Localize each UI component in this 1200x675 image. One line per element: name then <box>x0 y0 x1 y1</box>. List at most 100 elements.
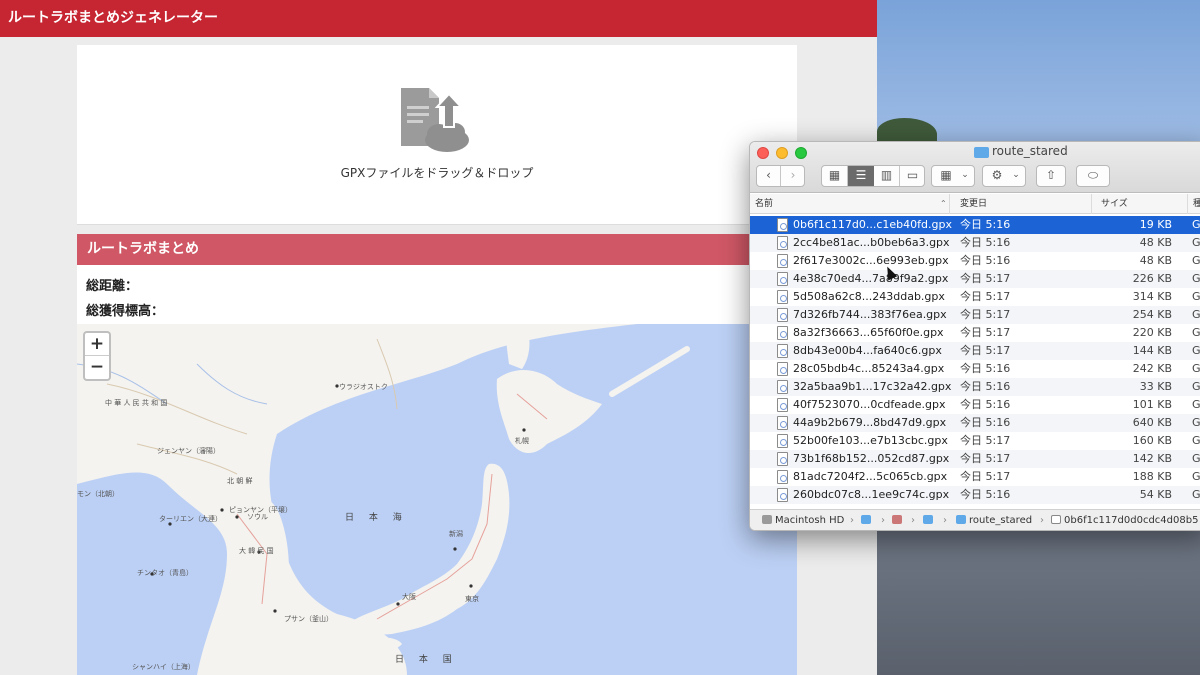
file-name: 28c05bdb4c...85243a4.gpx <box>793 362 945 375</box>
file-kind: GP <box>1192 488 1200 501</box>
file-kind: GP <box>1192 362 1200 375</box>
map-label: ターリエン（大連） <box>159 515 222 523</box>
arrange-menu-button[interactable]: ▦ ⌄ <box>931 165 975 187</box>
file-kind: GP <box>1192 398 1200 411</box>
file-row[interactable]: 28c05bdb4c...85243a4.gpx 今日 5:16 242 KB GP <box>750 360 1200 378</box>
file-name: 2f617e3002c...6e993eb.gpx <box>793 254 949 267</box>
file-kind: GP <box>1192 290 1200 303</box>
map-label: 北 朝 鮮 <box>227 477 253 485</box>
tag-button[interactable]: ⬭ <box>1076 165 1110 187</box>
map-label: 東京 <box>465 595 479 603</box>
path-users[interactable] <box>861 510 874 530</box>
zoom-in-button[interactable]: + <box>85 333 109 356</box>
file-row[interactable]: 5d508a62c8...243ddab.gpx 今日 5:17 314 KB GP <box>750 288 1200 306</box>
map-label: 中 華 人 民 共 和 国 <box>105 399 168 407</box>
file-name: 40f7523070...0cdfeade.gpx <box>793 398 946 411</box>
forward-button[interactable]: › <box>781 166 805 186</box>
gpx-file-icon <box>777 398 788 412</box>
action-menu-button[interactable]: ⚙ ⌄ <box>982 165 1026 187</box>
file-date: 今日 5:17 <box>960 290 1011 303</box>
icon-view-button[interactable]: ▦ <box>822 166 848 186</box>
gear-icon: ⚙ <box>991 168 1003 182</box>
file-kind: GP <box>1192 236 1200 249</box>
path-file[interactable]: 0b6f1c117d0d0cdc4d08b5 <box>1051 510 1198 530</box>
back-button[interactable]: ‹ <box>757 166 781 186</box>
file-size: 144 KB <box>1132 344 1172 357</box>
finder-titlebar[interactable]: route_stared ‹ › ▦ ☰ ▥ ▭ ▦ ⌄ ⚙ ⌄ ⇧ ⬭ <box>750 142 1200 193</box>
file-date: 今日 5:16 <box>960 254 1011 267</box>
zoom-window-button[interactable] <box>795 147 807 159</box>
map-label: 札幌 <box>515 437 529 445</box>
gpx-file-icon <box>777 416 788 430</box>
file-row[interactable]: 8a32f36663...65f60f0e.gpx 今日 5:17 220 KB GP <box>750 324 1200 342</box>
folder-icon <box>956 515 966 524</box>
file-size: 254 KB <box>1132 308 1172 321</box>
file-row[interactable]: 260bdc07c8...1ee9c74c.gpx 今日 5:16 54 KB GP <box>750 486 1200 504</box>
share-button[interactable]: ⇧ <box>1036 165 1066 187</box>
file-row[interactable]: 7d326fb744...383f76ea.gpx 今日 5:17 254 KB GP <box>750 306 1200 324</box>
zoom-out-button[interactable]: − <box>85 356 109 379</box>
map-label: 日 本 国 <box>395 655 458 665</box>
file-row[interactable]: 8db43e00b4...fa640c6.gpx 今日 5:17 144 KB GP <box>750 342 1200 360</box>
tag-icon: ⬭ <box>1087 168 1099 182</box>
file-name: 8a32f36663...65f60f0e.gpx <box>793 326 944 339</box>
navigation-buttons: ‹ › <box>756 165 805 187</box>
app-title: ルートラボまとめジェネレーター <box>0 0 877 37</box>
gpx-file-icon <box>777 236 788 250</box>
list-view-button[interactable]: ☰ <box>848 166 874 186</box>
file-row[interactable]: 52b00fe103...e7b13cbc.gpx 今日 5:17 160 KB GP <box>750 432 1200 450</box>
chevron-down-icon: ⌄ <box>961 170 969 180</box>
file-date: 今日 5:17 <box>960 470 1011 483</box>
file-kind: GP <box>1192 272 1200 285</box>
map-label: 日 本 海 <box>345 513 408 523</box>
file-row[interactable]: 81adc7204f2...5c065cb.gpx 今日 5:17 188 KB GP <box>750 468 1200 486</box>
file-icon <box>1051 515 1061 524</box>
file-list[interactable]: 0b6f1c117d0...c1eb40fd.gpx 今日 5:16 19 KB GP… <box>750 216 1200 509</box>
file-name: 73b1f68b152...052cd87.gpx <box>793 452 950 465</box>
total-distance-label: 総距離： <box>86 279 139 294</box>
column-view-button[interactable]: ▥ <box>874 166 900 186</box>
file-row[interactable]: 73b1f68b152...052cd87.gpx 今日 5:17 142 KB GP <box>750 450 1200 468</box>
gpx-file-icon <box>777 380 788 394</box>
gallery-view-button[interactable]: ▭ <box>900 166 925 186</box>
file-row[interactable]: 2f617e3002c...6e993eb.gpx 今日 5:16 48 KB GP <box>750 252 1200 270</box>
file-size: 160 KB <box>1132 434 1172 447</box>
map-label: ジェンヤン（瀋陽） <box>157 447 220 455</box>
file-row[interactable]: 44a9b2b679...8bd47d9.gpx 今日 5:16 640 KB GP <box>750 414 1200 432</box>
name-column-header[interactable]: 名前 ⌃ <box>750 194 950 214</box>
file-date: 今日 5:16 <box>960 236 1011 249</box>
file-size: 48 KB <box>1139 236 1172 249</box>
map-label: チンタオ（青島） <box>137 569 193 577</box>
finder-window[interactable]: route_stared ‹ › ▦ ☰ ▥ ▭ ▦ ⌄ ⚙ ⌄ ⇧ ⬭ 名前 ⌃… <box>749 141 1200 531</box>
file-kind: GP <box>1192 254 1200 267</box>
file-row[interactable]: 40f7523070...0cdfeade.gpx 今日 5:16 101 KB GP <box>750 396 1200 414</box>
path-home[interactable] <box>892 510 905 530</box>
file-date: 今日 5:17 <box>960 326 1011 339</box>
path-folder[interactable] <box>923 510 936 530</box>
file-name: 44a9b2b679...8bd47d9.gpx <box>793 416 947 429</box>
gpx-drop-zone[interactable]: GPXファイルをドラッグ＆ドロップ <box>77 45 797 225</box>
file-row[interactable]: 2cc4be81ac...b0beb6a3.gpx 今日 5:16 48 KB GP <box>750 234 1200 252</box>
map-zoom-control: + − <box>83 331 111 381</box>
size-column-header[interactable]: サイズ <box>1096 194 1188 214</box>
path-separator: › <box>1040 515 1044 526</box>
kind-column-header[interactable]: 種 <box>1188 194 1200 214</box>
file-date: 今日 5:17 <box>960 434 1011 447</box>
close-window-button[interactable] <box>757 147 769 159</box>
date-column-header[interactable]: 変更日 <box>955 194 1092 214</box>
home-icon <box>892 515 902 524</box>
file-row[interactable]: 4e38c70ed4...7a89f9a2.gpx 今日 5:17 226 KB GP <box>750 270 1200 288</box>
path-route-folder[interactable]: route_stared <box>956 510 1032 530</box>
chevron-up-icon: ⌃ <box>940 199 947 208</box>
map-label: 大阪 <box>402 593 416 601</box>
file-row[interactable]: 32a5baa9b1...17c32a42.gpx 今日 5:16 33 KB GP <box>750 378 1200 396</box>
drop-instructions: GPXファイルをドラッグ＆ドロップ <box>340 166 534 180</box>
path-disk[interactable]: Macintosh HD <box>762 510 844 530</box>
minimize-window-button[interactable] <box>776 147 788 159</box>
route-map[interactable]: + − 中 華 人 民 共 和 国 ウラジオストク ジェンヤン（瀋陽） 北 朝 … <box>77 324 797 675</box>
gpx-file-icon <box>777 254 788 268</box>
file-date: 今日 5:16 <box>960 218 1011 231</box>
file-name: 5d508a62c8...243ddab.gpx <box>793 290 945 303</box>
file-row[interactable]: 0b6f1c117d0...c1eb40fd.gpx 今日 5:16 19 KB GP <box>750 216 1200 234</box>
folder-icon <box>923 515 933 524</box>
